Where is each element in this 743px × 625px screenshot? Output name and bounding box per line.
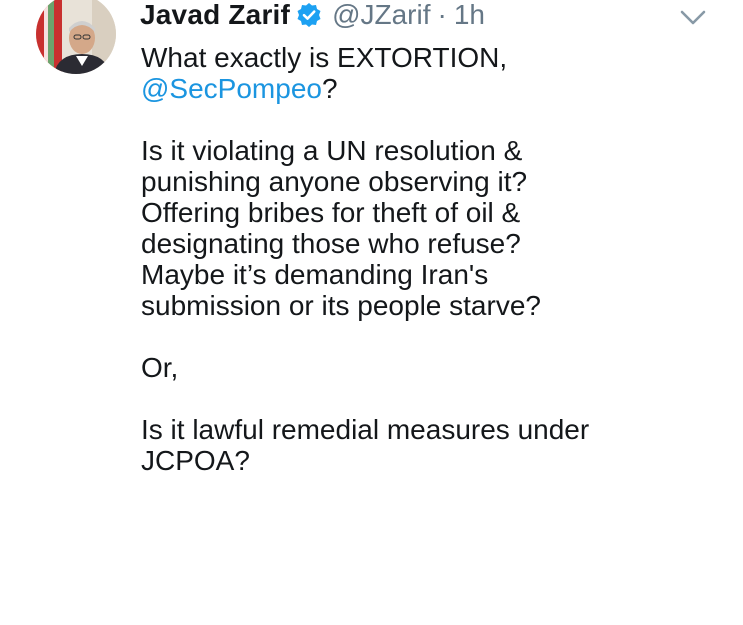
tweet-line: Or, — [141, 352, 179, 383]
chevron-down-icon[interactable] — [679, 8, 707, 28]
tweet-line: Is it lawful remedial measures under — [141, 414, 590, 445]
tweet-timestamp[interactable]: 1h — [454, 0, 485, 31]
mention-suffix: ? — [321, 73, 338, 104]
tweet-line: Is it violating a UN resolution & — [141, 135, 523, 166]
tweet-mention-line: @SecPompeo? — [141, 73, 731, 104]
avatar-image — [36, 0, 116, 74]
tweet-line: Maybe it’s demanding Iran's — [141, 259, 489, 290]
tweet: Javad Zarif @JZarif · 1h What exactly is… — [0, 0, 743, 625]
avatar[interactable] — [36, 0, 116, 74]
tweet-line: What exactly is EXTORTION, — [141, 42, 508, 73]
tweet-line: JCPOA? — [141, 445, 250, 476]
author-display-name[interactable]: Javad Zarif — [140, 0, 290, 31]
tweet-line: designating those who refuse? — [141, 228, 521, 259]
author-handle[interactable]: @JZarif — [332, 0, 430, 31]
mention-link[interactable]: @SecPompeo — [141, 73, 322, 104]
tweet-line: punishing anyone observing it? — [141, 166, 528, 197]
tweet-header: Javad Zarif @JZarif · 1h — [140, 0, 485, 30]
tweet-line: Offering bribes for theft of oil & — [141, 197, 521, 228]
tweet-text: What exactly is EXTORTION, @SecPompeo? I… — [141, 42, 731, 476]
verified-badge-icon — [296, 2, 322, 28]
separator-dot: · — [437, 0, 447, 30]
tweet-line: submission or its people starve? — [141, 290, 541, 321]
